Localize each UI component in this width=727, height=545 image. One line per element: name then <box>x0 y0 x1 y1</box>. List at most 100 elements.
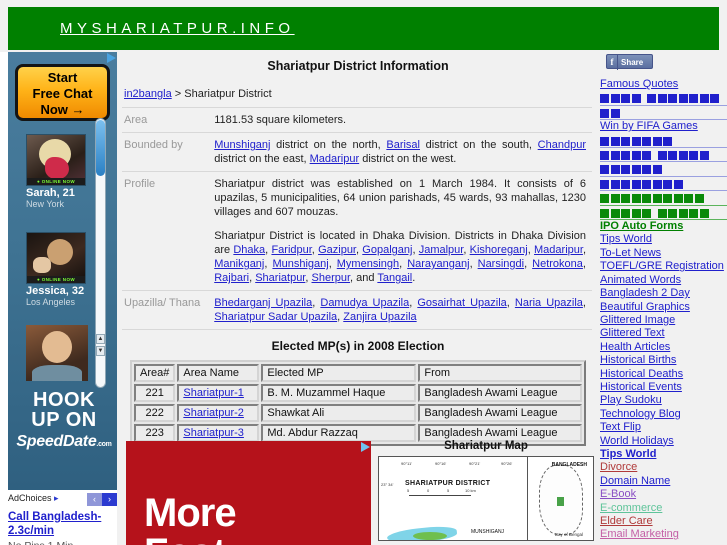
sidebar-link-ipo-auto-forms[interactable]: IPO Auto Forms <box>600 220 727 233</box>
district-link[interactable]: Munshiganj <box>272 258 328 270</box>
sidebar-link-play-sudoku[interactable]: Play Sudoku <box>600 394 727 407</box>
district-link[interactable]: Narayanganj <box>407 258 469 270</box>
adchoices-triangle-icon[interactable]: ▸ <box>54 493 59 503</box>
sidebar-bengali-text-row[interactable] <box>600 191 727 206</box>
profile-card-jessica[interactable]: ● ONLINE NOW Jessica, 32 Los Angeles <box>26 232 86 307</box>
sidebar-bengali-text-row[interactable] <box>600 148 727 163</box>
district-link[interactable]: Gopalganj <box>362 244 412 256</box>
map-highlight-marker <box>557 497 564 506</box>
map-lon-tick-4: 90°26' <box>501 461 513 466</box>
district-link[interactable]: Madaripur <box>534 244 583 256</box>
adchoices-bar: AdChoices ▸ ‹ › <box>8 493 117 509</box>
sidebar-link-famous-quotes[interactable]: Famous Quotes <box>600 78 727 91</box>
breadcrumb-link-in2bangla[interactable]: in2bangla <box>124 88 172 100</box>
upazila-link[interactable]: Zanjira Upazila <box>343 311 416 323</box>
district-link[interactable]: Rajbari <box>214 272 249 284</box>
district-link[interactable]: Manikganj <box>214 258 264 270</box>
table-row-upazila: Upazilla/ Thana Bhedarganj Upazila, Damu… <box>122 290 592 330</box>
cell-party: Bangladesh Awami League <box>418 384 582 402</box>
sidebar-bengali-text-row[interactable] <box>600 134 727 149</box>
sidebar-link-e-commerce[interactable]: E-commerce <box>600 502 727 515</box>
sidebar-link-toefl-gre-registration[interactable]: TOEFL/GRE Registration <box>600 260 727 273</box>
scroll-up-arrow-icon[interactable]: ▲ <box>96 334 105 344</box>
district-link[interactable]: Dhaka <box>233 244 265 256</box>
district-link[interactable]: Jamalpur <box>419 244 464 256</box>
district-link[interactable]: Faridpur <box>271 244 311 256</box>
upazila-link[interactable]: Damudya Upazila <box>320 297 409 309</box>
link-barisal[interactable]: Barisal <box>386 139 420 151</box>
link-madaripur[interactable]: Madaripur <box>310 153 360 165</box>
sidebar-link-to-let-news[interactable]: To-Let News <box>600 247 727 260</box>
district-link[interactable]: Gazipur <box>318 244 356 256</box>
profile-card-sarah[interactable]: ● ONLINE NOW Sarah, 21 New York <box>26 134 86 209</box>
sidebar-bengali-text-row[interactable] <box>600 106 727 121</box>
ad-next-button[interactable]: › <box>102 493 117 506</box>
upazila-link[interactable]: Gosairhat Upazila <box>417 297 506 309</box>
district-link[interactable]: Tangail <box>377 272 412 284</box>
sidebar-link-historical-births[interactable]: Historical Births <box>600 354 727 367</box>
sidebar-bengali-text-row[interactable] <box>600 206 727 221</box>
profile-city: Los Angeles <box>26 297 76 307</box>
shariatpur-map-image[interactable]: 90°11' 90°16' 90°21' 90°26' 23° 34' SHAR… <box>378 456 594 541</box>
sidebar-link-text-flip[interactable]: Text Flip <box>600 421 727 434</box>
sidebar-link-e-book[interactable]: E-Book <box>600 488 727 501</box>
sidebar-link-historical-events[interactable]: Historical Events <box>600 381 727 394</box>
district-link[interactable]: Shariatpur <box>255 272 305 284</box>
district-link[interactable]: Sherpur <box>312 272 351 284</box>
call-bangladesh-ad-link[interactable]: Call Bangladesh-2.3c/min <box>8 510 117 538</box>
upazila-link-list: Bhedarganj Upazila, Damudya Upazila, Gos… <box>214 297 586 323</box>
more-fast-banner-ad[interactable]: More Fast <box>126 441 371 545</box>
start-free-chat-button[interactable]: Start Free Chat Now → <box>15 64 110 121</box>
link-area-name[interactable]: Shariatpur-1 <box>183 387 244 399</box>
call-ad-subtext: No Pins,1 Min <box>8 540 117 545</box>
district-link[interactable]: Mymensingh <box>337 258 399 270</box>
sidebar-link-tips-world[interactable]: Tips World <box>600 448 727 461</box>
district-separator: , and <box>350 272 378 284</box>
sidebar-link-elder-care[interactable]: Elder Care <box>600 515 727 528</box>
sidebar-link-bangladesh-2-day[interactable]: Bangladesh 2 Day <box>600 287 727 300</box>
ad-scrollbar-thumb[interactable] <box>96 120 105 176</box>
upazila-link[interactable]: Bhedarganj Upazila <box>214 297 312 309</box>
sidebar-link-tips-world[interactable]: Tips World <box>600 233 727 246</box>
link-area-name[interactable]: Shariatpur-2 <box>183 407 244 419</box>
sidebar-link-animated-words[interactable]: Animated Words <box>600 274 727 287</box>
sidebar-link-domain-name[interactable]: Domain Name <box>600 475 727 488</box>
upazila-link[interactable]: Shariatpur Sadar Upazila <box>214 311 337 323</box>
sidebar-link-email-marketing[interactable]: Email Marketing <box>600 528 727 541</box>
sidebar-bengali-text-row[interactable] <box>600 162 727 177</box>
map-lon-tick-1: 90°11' <box>401 461 412 466</box>
sidebar-link-divorce[interactable]: Divorce <box>600 461 727 474</box>
adchoices-label[interactable]: AdChoices <box>8 493 52 503</box>
sidebar-link-world-holidays[interactable]: World Holidays <box>600 435 727 448</box>
sidebar-link-historical-deaths[interactable]: Historical Deaths <box>600 368 727 381</box>
facebook-f-icon: f <box>607 55 618 70</box>
cell-area-no: 221 <box>134 384 176 402</box>
link-chandpur[interactable]: Chandpur <box>538 139 586 151</box>
sidebar-link-win-by-fifa-games[interactable]: Win by FIFA Games <box>600 120 727 133</box>
site-title-link[interactable]: MYSHARIATPUR.INFO <box>60 20 295 37</box>
ad-prev-button[interactable]: ‹ <box>87 493 102 506</box>
upazila-link[interactable]: Naria Upazila <box>515 297 583 309</box>
adchoices-triangle-icon[interactable] <box>361 442 370 452</box>
sidebar-bengali-text-row[interactable] <box>600 177 727 192</box>
sidebar-link-glittered-text[interactable]: Glittered Text <box>600 327 727 340</box>
scroll-down-arrow-icon[interactable]: ▼ <box>96 346 105 356</box>
sidebar-link-health-articles[interactable]: Health Articles <box>600 341 727 354</box>
district-link[interactable]: Narsingdi <box>478 258 524 270</box>
row-value-area: 1181.53 square kilometers. <box>206 107 592 133</box>
site-header: MYSHARIATPUR.INFO <box>0 0 727 50</box>
district-link[interactable]: Kishoreganj <box>470 244 528 256</box>
sidebar-link-glittered-image[interactable]: Glittered Image <box>600 314 727 327</box>
district-separator: , <box>524 258 533 270</box>
sidebar-link-beautiful-graphics[interactable]: Beautiful Graphics <box>600 301 727 314</box>
map-title: Shariatpur Map <box>444 440 528 452</box>
facebook-share-button[interactable]: f Share <box>606 54 653 70</box>
district-link[interactable]: Netrokona <box>532 258 583 270</box>
speeddate-banner-ad[interactable]: Start Free Chat Now → ● ONLINE NOW Sarah… <box>8 52 117 490</box>
map-scale-tick-3: 5 <box>447 488 450 493</box>
sidebar-link-technology-blog[interactable]: Technology Blog <box>600 408 727 421</box>
sidebar-bengali-text-row[interactable] <box>600 91 727 106</box>
th-from: From <box>418 364 582 382</box>
adchoices-triangle-icon[interactable] <box>107 53 116 63</box>
link-munshiganj[interactable]: Munshiganj <box>214 139 270 151</box>
